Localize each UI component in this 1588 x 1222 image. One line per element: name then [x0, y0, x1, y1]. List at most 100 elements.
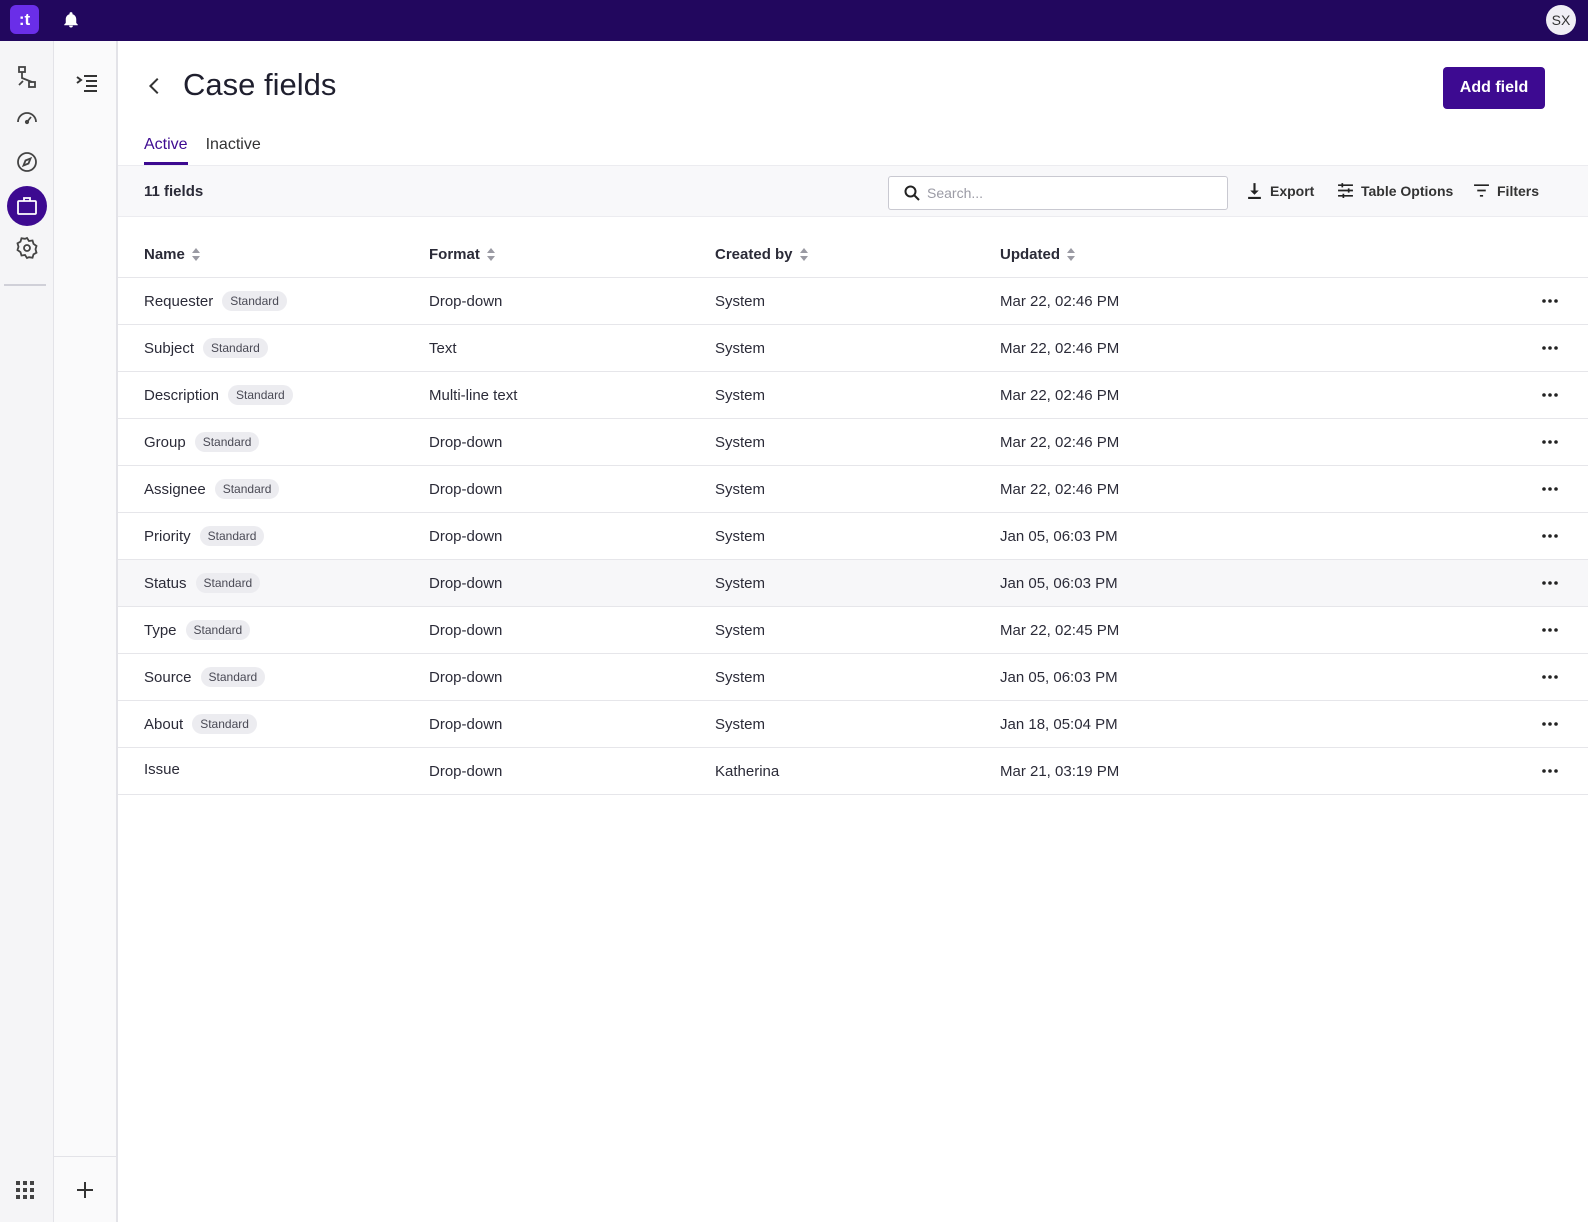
table-row[interactable]: Type Standard Drop-down System Mar 22, 02… — [118, 607, 1588, 654]
expand-panel-icon[interactable] — [75, 73, 99, 93]
field-name: About — [144, 715, 184, 733]
table-toolbar: 11 fields Export Table Options Filters — [118, 165, 1588, 217]
sort-icon — [799, 248, 808, 261]
app-logo[interactable]: :t — [10, 5, 39, 34]
filters-label: Filters — [1497, 182, 1540, 199]
cell-updated: Mar 22, 02:46 PM — [1000, 387, 1120, 404]
cell-updated: Jan 05, 06:03 PM — [1000, 575, 1118, 592]
table-row[interactable]: Priority Standard Drop-down System Jan 05… — [118, 513, 1588, 560]
table-row[interactable]: Assignee Standard Drop-down System Mar 22… — [118, 466, 1588, 513]
cell-name: Source Standard — [144, 667, 266, 687]
field-name: Group — [144, 433, 186, 451]
cell-name: Group Standard — [144, 432, 260, 452]
cell-format: Drop-down — [429, 528, 503, 545]
more-actions-icon[interactable] — [1542, 623, 1558, 637]
download-icon — [1248, 183, 1261, 199]
back-arrow-icon[interactable] — [144, 75, 166, 97]
column-header-updated[interactable]: Updated — [1000, 246, 1076, 263]
more-actions-icon[interactable] — [1542, 764, 1558, 778]
table-row[interactable]: About Standard Drop-down System Jan 18, 0… — [118, 701, 1588, 748]
more-actions-icon[interactable] — [1542, 341, 1558, 355]
cell-updated: Mar 22, 02:46 PM — [1000, 293, 1120, 310]
cell-created-by: System — [715, 528, 766, 545]
cell-updated: Jan 18, 05:04 PM — [1000, 716, 1118, 733]
table-row[interactable]: Status Standard Drop-down System Jan 05, … — [118, 560, 1588, 607]
standard-badge: Standard — [214, 479, 280, 499]
field-name: Issue — [144, 761, 180, 778]
nav-rail — [0, 41, 54, 1222]
main-content: Case fields Add field Active Inactive 11… — [118, 41, 1588, 1222]
filters-button[interactable]: Filters — [1473, 182, 1539, 199]
table-header: Name Format Created by Updated — [118, 231, 1588, 278]
table-row[interactable]: Source Standard Drop-down System Jan 05, … — [118, 654, 1588, 701]
cell-updated: Mar 22, 02:45 PM — [1000, 622, 1120, 639]
cell-created-by: System — [715, 434, 766, 451]
standard-badge: Standard — [185, 620, 251, 640]
standard-badge: Standard — [194, 432, 260, 452]
more-actions-icon[interactable] — [1542, 670, 1558, 684]
search-icon — [904, 185, 920, 201]
column-label: Updated — [1000, 246, 1060, 263]
table-row[interactable]: Subject Standard Text System Mar 22, 02:4… — [118, 325, 1588, 372]
cell-format: Drop-down — [429, 575, 503, 592]
more-actions-icon[interactable] — [1542, 717, 1558, 731]
cell-name: Issue — [144, 761, 180, 778]
cell-updated: Mar 22, 02:46 PM — [1000, 481, 1120, 498]
cell-name: Priority Standard — [144, 526, 265, 546]
cases-briefcase-icon[interactable] — [7, 186, 47, 226]
avatar[interactable]: SX — [1546, 5, 1576, 35]
dashboard-icon[interactable] — [7, 98, 47, 138]
table-row[interactable]: Description Standard Multi-line text Syst… — [118, 372, 1588, 419]
cell-created-by: System — [715, 669, 766, 686]
cell-updated: Mar 22, 02:46 PM — [1000, 434, 1120, 451]
column-header-name[interactable]: Name — [144, 246, 201, 263]
sort-icon — [191, 248, 200, 261]
cell-created-by: System — [715, 340, 766, 357]
cell-format: Drop-down — [429, 716, 503, 733]
tab-active[interactable]: Active — [144, 136, 188, 165]
cell-format: Drop-down — [429, 293, 503, 310]
more-actions-icon[interactable] — [1542, 576, 1558, 590]
table-row[interactable]: Issue Drop-down Katherina Mar 21, 03:19 … — [118, 748, 1588, 795]
search-input[interactable] — [927, 183, 1217, 203]
add-panel-button[interactable] — [54, 1156, 116, 1222]
cell-name: Subject Standard — [144, 338, 268, 358]
standard-badge: Standard — [199, 526, 265, 546]
more-actions-icon[interactable] — [1542, 388, 1558, 402]
more-actions-icon[interactable] — [1542, 529, 1558, 543]
search-box[interactable] — [888, 176, 1228, 210]
field-name: Subject — [144, 339, 195, 357]
column-header-created-by[interactable]: Created by — [715, 246, 809, 263]
cell-name: Type Standard — [144, 620, 251, 640]
cell-created-by: System — [715, 481, 766, 498]
cell-format: Drop-down — [429, 763, 503, 780]
tab-inactive[interactable]: Inactive — [206, 136, 261, 165]
table-options-button[interactable]: Table Options — [1337, 182, 1453, 199]
add-field-button[interactable]: Add field — [1443, 67, 1545, 109]
column-label: Created by — [715, 246, 793, 263]
top-bar: :t SX — [0, 0, 1588, 41]
rail-divider — [4, 284, 46, 286]
more-actions-icon[interactable] — [1542, 294, 1558, 308]
side-panel — [54, 41, 118, 1222]
workflow-icon[interactable] — [7, 57, 47, 97]
sort-icon — [486, 248, 495, 261]
standard-badge: Standard — [203, 338, 268, 358]
bell-icon[interactable] — [62, 11, 80, 29]
cell-format: Drop-down — [429, 622, 503, 639]
apps-grid-icon[interactable] — [15, 1180, 35, 1200]
export-button[interactable]: Export — [1246, 182, 1314, 199]
more-actions-icon[interactable] — [1542, 435, 1558, 449]
cell-created-by: System — [715, 716, 766, 733]
cell-created-by: System — [715, 387, 766, 404]
column-header-format[interactable]: Format — [429, 246, 496, 263]
cell-created-by: Katherina — [715, 763, 780, 780]
compass-icon[interactable] — [7, 142, 47, 182]
cell-name: Assignee Standard — [144, 479, 280, 499]
cell-name: Description Standard — [144, 385, 293, 405]
settings-gear-icon[interactable] — [7, 228, 47, 268]
table-row[interactable]: Group Standard Drop-down System Mar 22, 0… — [118, 419, 1588, 466]
field-name: Requester — [144, 292, 214, 310]
table-row[interactable]: Requester Standard Drop-down System Mar 2… — [118, 278, 1588, 325]
more-actions-icon[interactable] — [1542, 482, 1558, 496]
